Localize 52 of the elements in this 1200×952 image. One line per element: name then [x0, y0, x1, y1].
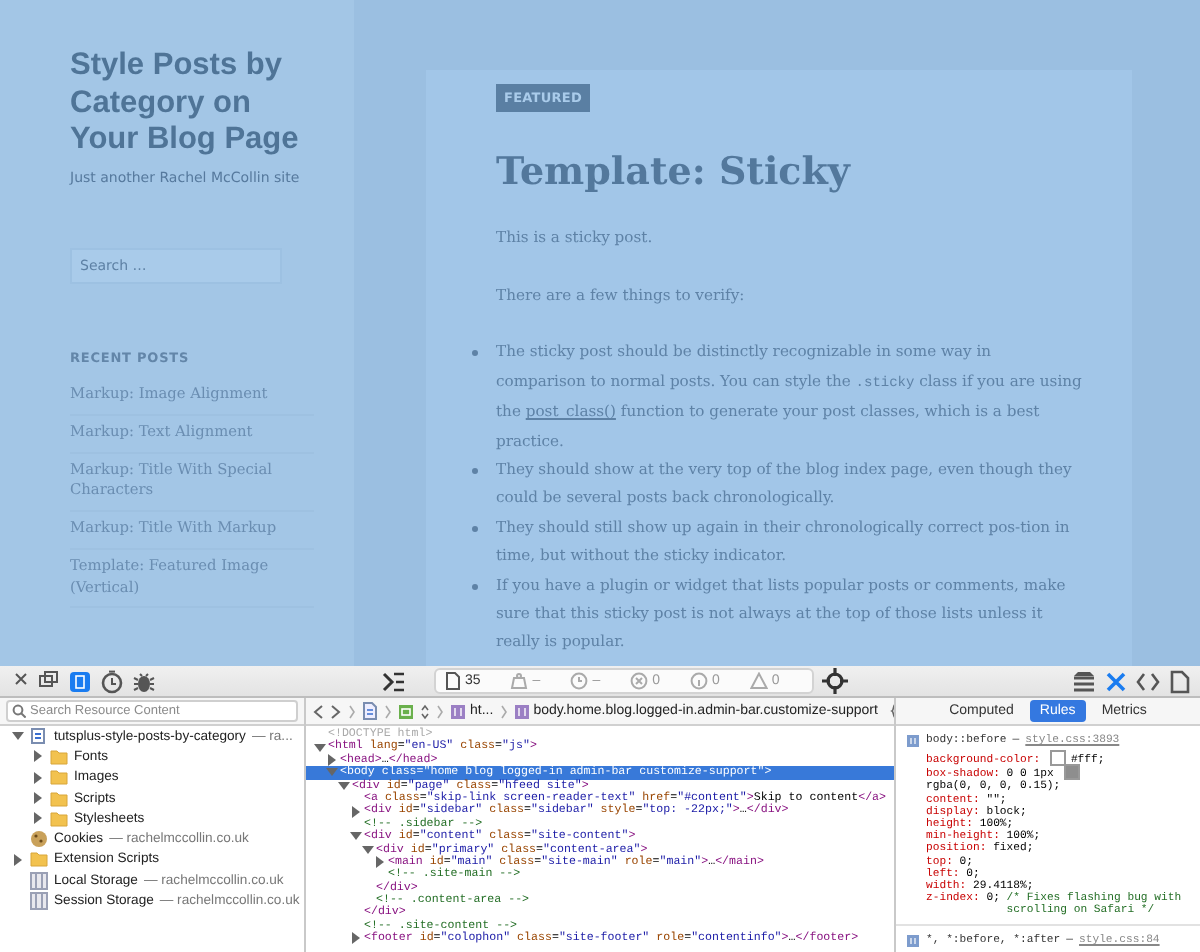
bug-icon[interactable] — [132, 669, 156, 693]
separator-icon — [348, 703, 356, 719]
cookie-icon — [30, 830, 48, 849]
disclosure-icon[interactable] — [32, 812, 44, 825]
stepper-icon[interactable] — [420, 703, 430, 719]
rule-icon — [906, 933, 920, 948]
disclosure-icon[interactable] — [12, 730, 24, 743]
styles-icon[interactable] — [1104, 669, 1128, 693]
document-icon — [443, 672, 461, 690]
warning-icon — [749, 672, 768, 690]
separator-icon — [436, 703, 444, 719]
disclosure-icon[interactable] — [32, 771, 44, 784]
disclosure-icon[interactable] — [350, 830, 362, 843]
document-icon[interactable] — [1168, 669, 1192, 693]
disclosure-icon[interactable] — [350, 932, 362, 945]
disclosure-icon[interactable] — [350, 805, 362, 818]
bullet-icon — [472, 350, 478, 357]
storage-icon — [30, 871, 48, 890]
stopwatch-icon[interactable] — [100, 669, 124, 693]
forward-icon[interactable] — [330, 703, 342, 719]
disclosure-icon[interactable] — [374, 856, 386, 869]
storage-icon — [30, 892, 48, 911]
back-icon[interactable] — [312, 703, 324, 719]
disclosure-icon[interactable] — [326, 753, 338, 766]
code-icon[interactable] — [1136, 669, 1160, 693]
separator-icon — [499, 703, 508, 719]
element-icon — [450, 703, 466, 719]
bullet-icon — [472, 468, 478, 475]
bullet-icon — [472, 525, 478, 532]
element-icon — [513, 703, 530, 719]
disclosure-icon[interactable] — [32, 750, 44, 763]
disclosure-icon[interactable] — [362, 843, 374, 856]
disclosure-icon[interactable] — [338, 779, 350, 792]
weight-icon — [510, 672, 529, 690]
bullet-icon — [472, 583, 478, 590]
disclosure-icon[interactable] — [12, 853, 24, 866]
info-icon — [690, 672, 709, 690]
search-icon — [12, 704, 26, 718]
console-icon[interactable] — [381, 669, 405, 693]
crosshair-icon[interactable] — [821, 668, 847, 694]
separator-icon — [384, 703, 392, 719]
resources-icon[interactable] — [68, 669, 92, 693]
color-swatch[interactable] — [1066, 766, 1079, 779]
folder-icon — [30, 850, 48, 869]
clock-icon — [570, 672, 589, 690]
rule-icon — [906, 734, 920, 748]
layers-icon[interactable] — [1072, 669, 1096, 693]
document-icon[interactable] — [362, 702, 378, 720]
error-icon — [630, 672, 649, 690]
disclosure-icon[interactable] — [32, 792, 44, 805]
disclosure-icon[interactable] — [314, 741, 326, 754]
undock-icon[interactable] — [38, 669, 60, 693]
